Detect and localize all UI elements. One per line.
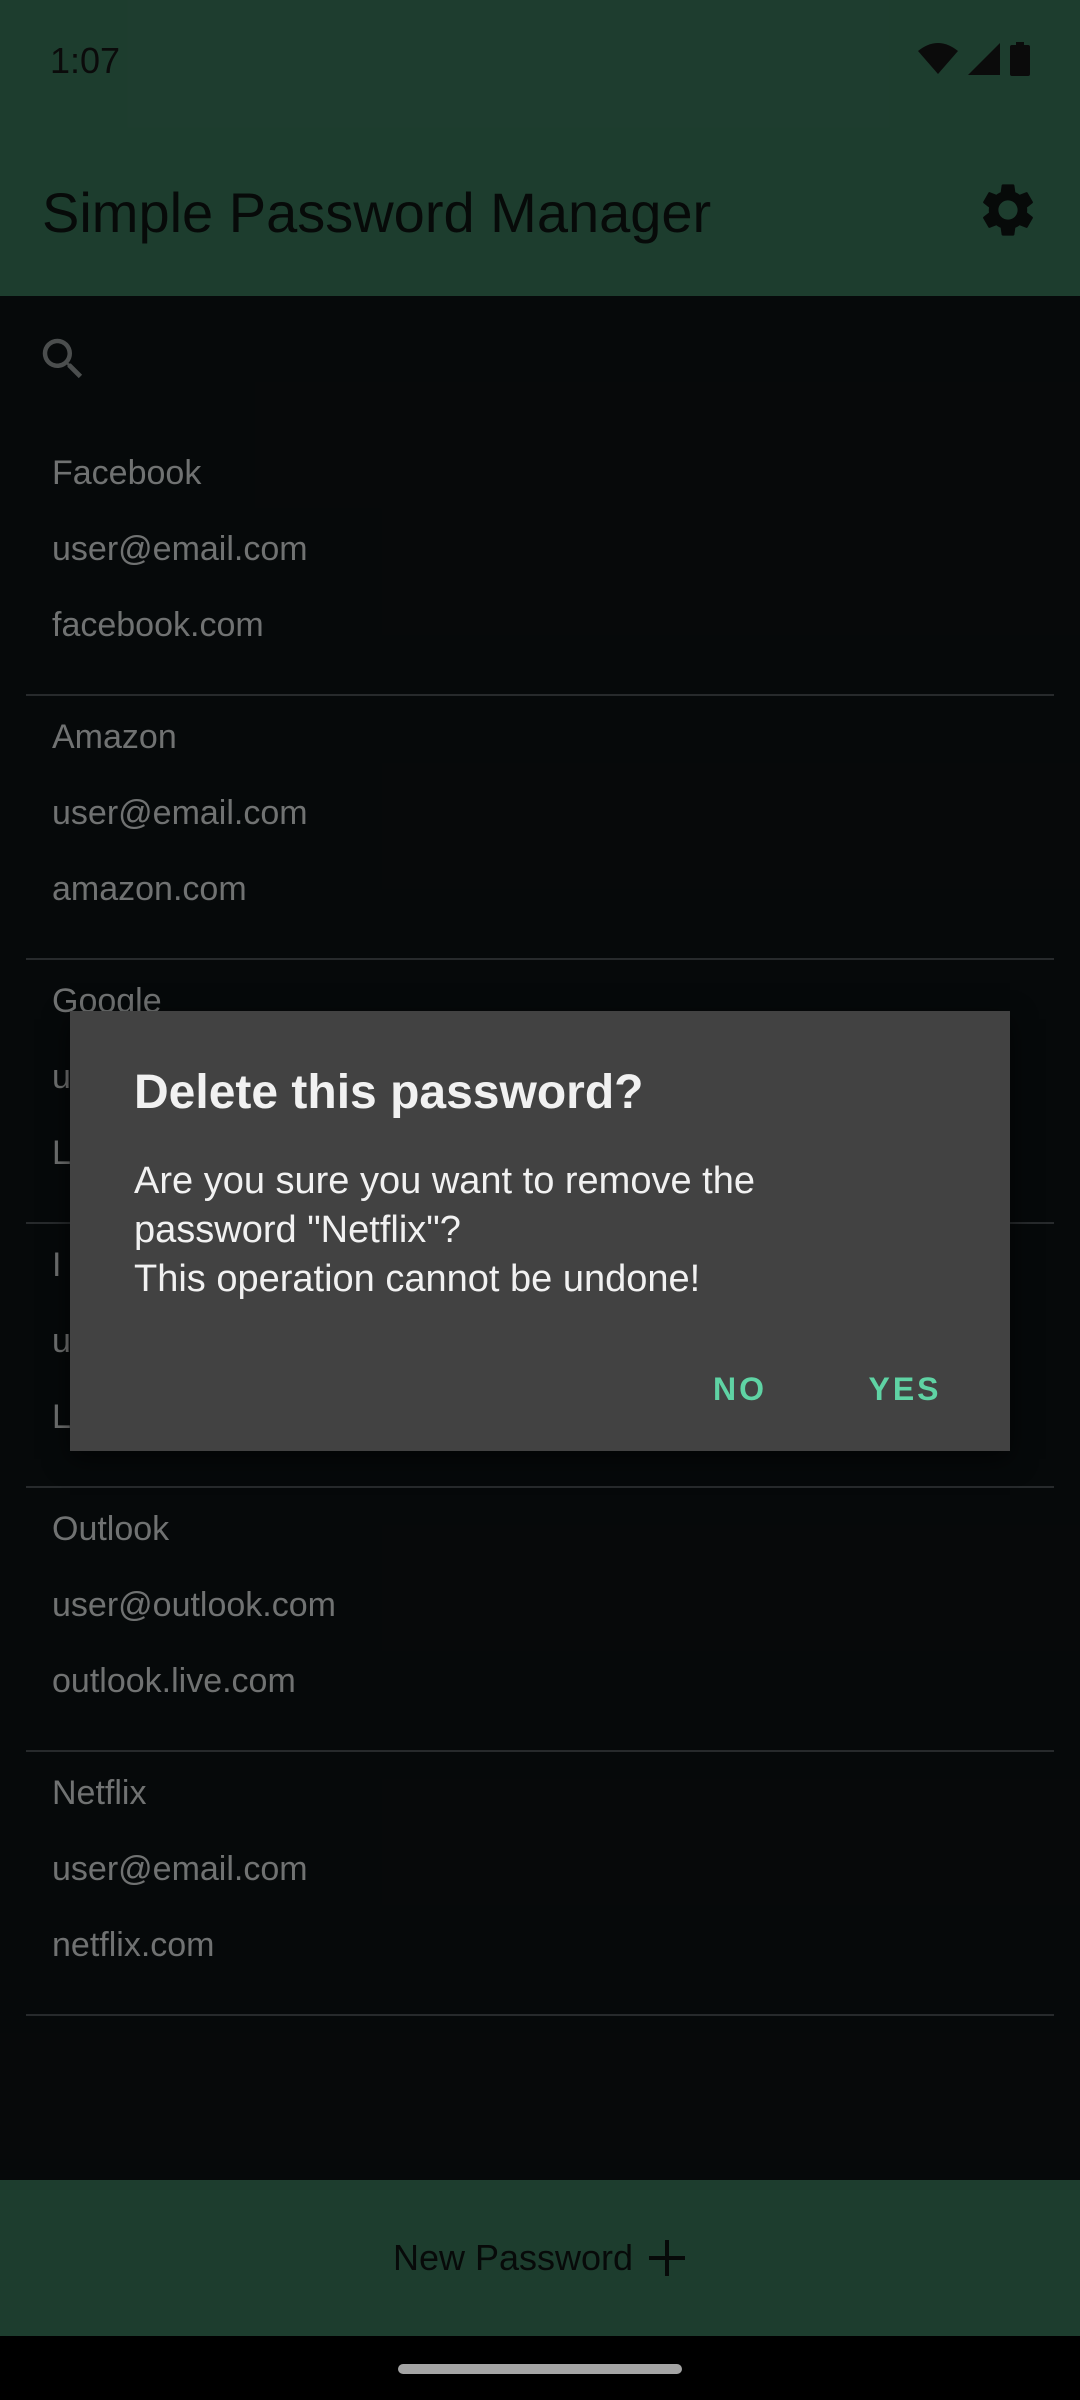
password-username: u <box>52 1322 71 1360</box>
new-password-button[interactable]: New Password <box>0 2180 1080 2336</box>
yes-button[interactable]: YES <box>840 1349 970 1429</box>
status-icons <box>918 42 1030 76</box>
signal-icon <box>968 43 1000 75</box>
gear-icon <box>983 184 1033 236</box>
password-name: Outlook <box>52 1510 170 1548</box>
settings-button[interactable] <box>976 178 1040 242</box>
plus-icon <box>649 2240 686 2276</box>
search-icon <box>42 338 83 379</box>
battery-icon <box>1010 42 1030 76</box>
password-url: facebook.com <box>52 606 264 644</box>
password-url: netflix.com <box>52 1926 215 1964</box>
password-url: amazon.com <box>52 870 247 908</box>
app-bar: Simple Password Manager <box>0 128 1080 296</box>
password-username: user@email.com <box>52 1850 308 1888</box>
dialog-message: Are you sure you want to remove the pass… <box>134 1160 755 1300</box>
app-title: Simple Password Manager <box>42 181 712 244</box>
password-name: I <box>52 1246 62 1284</box>
search-button[interactable] <box>36 332 90 386</box>
delete-dialog: Delete this password? Are you sure you w… <box>70 1011 1010 1451</box>
screen: 1:07 Simple Password Manager Facebook us… <box>0 0 1080 2400</box>
list-item[interactable]: Facebook user@email.com facebook.com <box>26 432 1054 696</box>
list-item[interactable]: Amazon user@email.com amazon.com <box>26 696 1054 960</box>
password-username: user@outlook.com <box>52 1586 336 1624</box>
wifi-icon <box>918 43 958 74</box>
password-name: Netflix <box>52 1774 147 1812</box>
password-url: L <box>52 1134 71 1172</box>
password-username: user@email.com <box>52 794 308 832</box>
password-username: u <box>52 1058 71 1096</box>
password-username: user@email.com <box>52 530 308 568</box>
no-button[interactable]: NO <box>680 1349 800 1429</box>
password-name: Facebook <box>52 454 202 492</box>
dialog-title: Delete this password? <box>134 1066 644 1119</box>
new-password-label: New Password <box>392 2237 634 2278</box>
list-item[interactable]: Outlook user@outlook.com outlook.live.co… <box>26 1488 1054 1752</box>
status-time: 1:07 <box>50 40 121 81</box>
navigation-bar <box>0 2336 1080 2400</box>
home-handle[interactable] <box>398 2364 682 2374</box>
password-name: Amazon <box>52 718 177 756</box>
status-bar: 1:07 <box>0 0 1080 128</box>
list-item[interactable]: Netflix user@email.com netflix.com <box>26 1752 1054 2016</box>
password-url: outlook.live.com <box>52 1662 296 1700</box>
password-url: L <box>52 1398 71 1436</box>
